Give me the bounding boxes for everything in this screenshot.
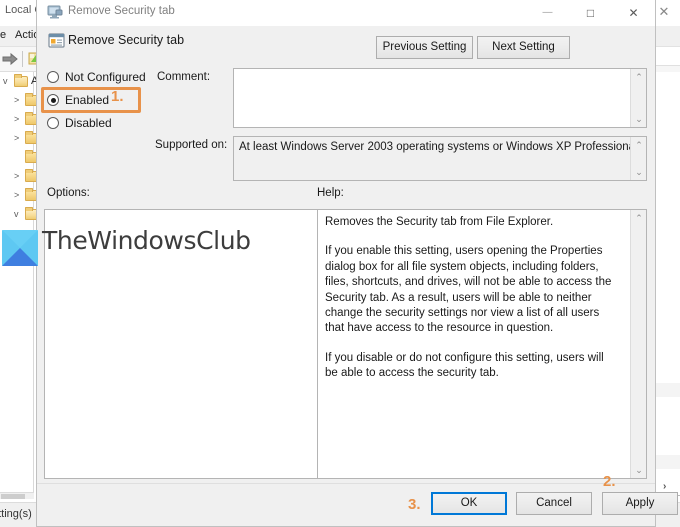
tree-row[interactable]: > xyxy=(0,110,39,129)
list-row-band[interactable] xyxy=(655,383,680,397)
supported-on-scrollbar[interactable]: ⌃ ⌄ xyxy=(630,137,646,180)
previous-setting-button[interactable]: Previous Setting xyxy=(376,36,473,59)
apply-button[interactable]: Apply xyxy=(602,492,678,515)
minimize-button[interactable]: — xyxy=(526,0,569,26)
help-scrollbar[interactable]: ⌃ ⌄ xyxy=(630,210,646,478)
supported-on-field[interactable]: At least Windows Server 2003 operating s… xyxy=(233,136,647,181)
chevron-down-icon[interactable]: v xyxy=(3,72,8,91)
status-text: etting(s) xyxy=(0,508,32,520)
maximize-button[interactable]: □ xyxy=(569,0,612,26)
radio-indicator xyxy=(47,71,59,83)
annotation-step-3: 3. xyxy=(408,496,421,513)
chevron-right-icon[interactable]: > xyxy=(14,129,19,148)
scroll-up-icon[interactable]: ⌃ xyxy=(631,69,647,85)
policy-tree-pane[interactable]: v A > > > > > v xyxy=(0,72,39,495)
tree-horizontal-scrollbar[interactable] xyxy=(0,492,34,499)
help-label: Help: xyxy=(317,187,344,199)
watermark-text: TheWindowsClub xyxy=(42,226,251,255)
comment-scrollbar[interactable]: ⌃ ⌄ xyxy=(630,69,646,127)
tree-row[interactable]: v xyxy=(0,205,39,224)
remove-security-tab-dialog: Remove Security tab — □ ✕ Remove Securit… xyxy=(36,0,678,527)
ok-button[interactable]: OK xyxy=(431,492,507,515)
settings-list-pane[interactable] xyxy=(655,72,680,502)
next-setting-button[interactable]: Next Setting xyxy=(477,36,570,59)
comment-input[interactable]: ⌃ ⌄ xyxy=(233,68,647,128)
options-label: Options: xyxy=(47,187,90,199)
screenshot-root: Local Gr ✕ e Actio v A > > > > > v ting(… xyxy=(0,0,680,527)
folder-icon xyxy=(14,74,28,87)
chevron-right-icon[interactable]: > xyxy=(14,167,19,186)
chevron-right-icon[interactable]: > xyxy=(14,186,19,205)
supported-on-value: At least Windows Server 2003 operating s… xyxy=(239,141,638,153)
scroll-down-icon[interactable]: ⌄ xyxy=(631,111,647,127)
setting-name-heading: Remove Security tab xyxy=(68,33,185,47)
dialog-body: Remove Security tab Previous Setting Nex… xyxy=(37,26,678,525)
chevron-down-icon[interactable]: v xyxy=(14,205,19,224)
policy-setting-icon xyxy=(48,32,66,50)
chevron-right-icon[interactable]: > xyxy=(14,110,19,129)
scroll-down-icon[interactable]: ⌄ xyxy=(631,462,647,478)
close-icon: ✕ xyxy=(628,6,639,20)
tree-row[interactable]: > xyxy=(0,167,39,186)
scroll-up-icon[interactable]: ⌃ xyxy=(631,210,647,226)
close-button[interactable]: ✕ xyxy=(612,0,655,26)
forward-arrow-icon[interactable] xyxy=(2,52,19,66)
chevron-right-icon[interactable]: › xyxy=(663,481,666,492)
chevron-right-icon[interactable]: > xyxy=(14,91,19,110)
dialog-titlebar[interactable]: Remove Security tab — □ ✕ xyxy=(37,0,655,26)
help-text: Removes the Security tab from File Explo… xyxy=(325,215,613,382)
background-close-icon[interactable]: ✕ xyxy=(655,4,673,20)
scroll-up-icon[interactable]: ⌃ xyxy=(631,137,647,153)
annotation-step-2: 2. xyxy=(603,473,616,490)
annotation-step-1: 1. xyxy=(111,88,124,105)
radio-indicator xyxy=(47,117,59,129)
radio-label: Disabled xyxy=(65,116,112,130)
minimize-icon: — xyxy=(542,7,553,18)
tree-row[interactable]: > xyxy=(0,91,39,110)
supported-on-label: Supported on: xyxy=(155,139,228,151)
radio-label: Enabled xyxy=(65,93,110,107)
help-paragraph: Removes the Security tab from File Explo… xyxy=(325,216,554,228)
tree-row[interactable]: v A xyxy=(0,72,38,91)
scrollbar-thumb[interactable] xyxy=(1,494,25,499)
tree-row[interactable]: > xyxy=(0,186,39,205)
radio-label: Not Configured xyxy=(65,70,146,84)
help-panel[interactable]: Removes the Security tab from File Explo… xyxy=(317,209,647,479)
radio-indicator xyxy=(47,94,59,106)
dialog-title: Remove Security tab xyxy=(68,5,175,17)
footer-separator xyxy=(37,483,655,484)
list-row-band[interactable] xyxy=(655,455,680,469)
comment-label: Comment: xyxy=(157,71,211,83)
help-paragraph: If you enable this setting, users openin… xyxy=(325,245,612,335)
maximize-icon: □ xyxy=(586,6,595,20)
thewindowsclub-logo xyxy=(2,230,38,266)
help-paragraph: If you disable or do not configure this … xyxy=(325,351,604,380)
menu-item-file[interactable]: e xyxy=(0,29,6,41)
tree-row[interactable] xyxy=(0,148,39,167)
policy-monitor-icon xyxy=(47,5,63,19)
toolbar-separator xyxy=(22,51,23,67)
cancel-button[interactable]: Cancel xyxy=(516,492,592,515)
scroll-down-icon[interactable]: ⌄ xyxy=(631,164,647,180)
tree-row[interactable]: > xyxy=(0,129,39,148)
